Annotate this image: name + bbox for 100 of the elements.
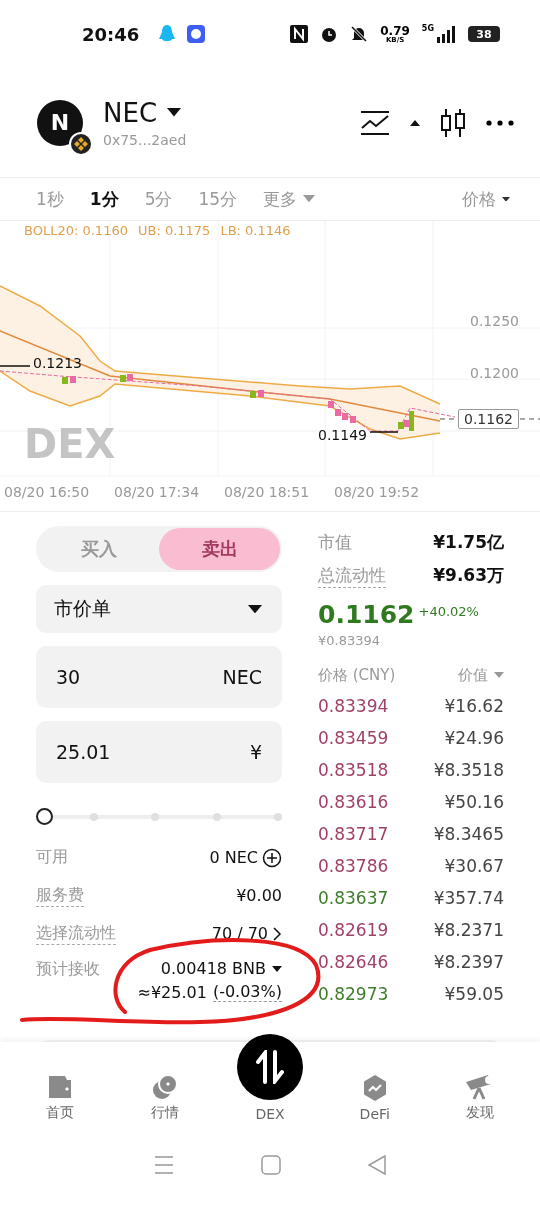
slider-tick bbox=[212, 813, 221, 821]
indicator-legend: BOLL20: 0.1160 bbox=[24, 223, 128, 238]
trade-price: 0.83459 bbox=[318, 728, 389, 748]
y-axis-label: 0.1200 bbox=[470, 365, 519, 381]
nav-item[interactable]: 行情 bbox=[120, 1074, 211, 1122]
receive-approx-value: ≈¥25.01 bbox=[137, 982, 207, 1002]
quantity-field[interactable]: 30 NEC bbox=[36, 646, 282, 708]
high-price-label: 0.1213 bbox=[33, 355, 82, 371]
order-type-value: 市价单 bbox=[54, 596, 111, 621]
price-change: +40.02% bbox=[418, 604, 479, 619]
amount-field[interactable]: 25.01 ¥ bbox=[36, 721, 282, 783]
candlestick-icon[interactable] bbox=[440, 107, 466, 138]
nav-item[interactable]: DeFi bbox=[329, 1074, 420, 1122]
trade-value: ¥59.05 bbox=[444, 984, 504, 1004]
alarm-icon bbox=[320, 25, 339, 43]
indicator-legend: LB: 0.1146 bbox=[220, 223, 291, 238]
caret-icon bbox=[494, 672, 504, 678]
chart-watermark: DEX bbox=[24, 421, 116, 467]
candle bbox=[62, 377, 68, 384]
battery-level: 38 bbox=[476, 27, 492, 41]
token-name[interactable]: NEC bbox=[103, 97, 158, 128]
amount-unit: ¥ bbox=[249, 741, 262, 763]
slider-thumb[interactable] bbox=[36, 808, 53, 825]
trade-value: ¥8.3518 bbox=[433, 760, 504, 780]
trade-price: 0.82646 bbox=[318, 952, 389, 972]
trade-value: ¥8.2371 bbox=[433, 920, 504, 940]
low-price-label: 0.1149 bbox=[318, 427, 367, 443]
low-leader-line bbox=[369, 431, 399, 433]
price-impact: (-0.03%) bbox=[212, 982, 282, 1002]
trade-value: ¥8.3465 bbox=[433, 824, 504, 844]
caret-icon bbox=[410, 119, 420, 126]
trade-price: 0.83518 bbox=[318, 760, 389, 780]
stat-value: ¥1.75亿 bbox=[433, 531, 504, 554]
stat-value: ¥9.63万 bbox=[433, 564, 504, 587]
trade-value: ¥24.96 bbox=[444, 728, 504, 748]
timeframe-tab[interactable]: 1分 bbox=[89, 187, 119, 211]
side-tab[interactable]: 卖出 bbox=[159, 528, 280, 570]
caret-icon bbox=[167, 108, 182, 117]
back-icon[interactable] bbox=[368, 1155, 387, 1175]
nav-item[interactable]: DEX bbox=[225, 1034, 315, 1122]
time-axis-label: 08/20 18:51 bbox=[224, 484, 310, 500]
trade-value: ¥16.62 bbox=[444, 696, 504, 716]
caret-icon bbox=[502, 196, 510, 202]
token-address: 0x75...2aed bbox=[103, 131, 187, 148]
chain-badge-icon bbox=[69, 131, 93, 156]
caret-icon bbox=[248, 604, 262, 614]
candle bbox=[70, 376, 76, 383]
trade-value: ¥30.67 bbox=[444, 856, 504, 876]
status-time: 20:46 bbox=[82, 23, 140, 45]
indicator-legend: UB: 0.1175 bbox=[137, 223, 211, 238]
current-price-tag: 0.1162 bbox=[458, 409, 519, 429]
signal-icon bbox=[436, 25, 456, 43]
nav-item[interactable]: 发现 bbox=[434, 1074, 525, 1122]
info-label: 服务费 bbox=[36, 884, 84, 907]
candle bbox=[250, 391, 256, 398]
trade-value: ¥50.16 bbox=[444, 792, 504, 812]
column-header: 价格 (CNY) bbox=[318, 665, 396, 685]
candle bbox=[350, 416, 356, 423]
ghost-app-icon bbox=[187, 25, 206, 43]
network-type: 5G bbox=[421, 24, 434, 33]
info-label: 选择流动性 bbox=[36, 922, 116, 945]
more-icon[interactable] bbox=[486, 119, 514, 126]
nav-item[interactable]: 首页 bbox=[15, 1074, 106, 1122]
stat-label: 市值 bbox=[318, 531, 352, 554]
time-axis-label: 08/20 16:50 bbox=[4, 484, 90, 500]
coins-icon bbox=[152, 1074, 179, 1100]
trade-price: 0.83616 bbox=[318, 792, 389, 812]
trade-price: 0.83717 bbox=[318, 824, 389, 844]
nav-label: 发现 bbox=[465, 1104, 494, 1122]
caret-icon bbox=[272, 965, 282, 972]
avatar-letter: N bbox=[50, 110, 70, 135]
info-value: 0 NEC bbox=[209, 848, 258, 867]
info-label: 预计接收 bbox=[36, 959, 100, 980]
time-axis-label: 08/20 17:34 bbox=[114, 484, 200, 500]
trade-price: 0.83786 bbox=[318, 856, 389, 876]
indicator-icon[interactable] bbox=[360, 109, 390, 136]
wallet-icon bbox=[47, 1074, 74, 1100]
current-price: 0.1162 bbox=[318, 600, 415, 629]
penguin-icon bbox=[159, 25, 176, 43]
hexagon-chart-icon bbox=[361, 1074, 388, 1102]
info-value: ¥0.00 bbox=[236, 886, 282, 905]
slider-tick bbox=[151, 813, 159, 821]
trade-value: ¥357.74 bbox=[433, 888, 504, 908]
nav-label: 行情 bbox=[151, 1104, 180, 1122]
quantity-unit: NEC bbox=[222, 666, 262, 688]
receive-amount[interactable]: 0.00418 BNB bbox=[160, 959, 266, 978]
add-icon[interactable] bbox=[262, 847, 282, 868]
nfc-icon bbox=[290, 25, 309, 43]
slider-tick bbox=[274, 813, 282, 821]
caret-icon bbox=[303, 195, 316, 203]
candle bbox=[258, 390, 264, 397]
nav-label: DeFi bbox=[359, 1106, 390, 1122]
trade-price: 0.83394 bbox=[318, 696, 389, 716]
trade-value: ¥8.2397 bbox=[433, 952, 504, 972]
y-axis-label: 0.1250 bbox=[470, 313, 519, 329]
muted-bell-icon bbox=[350, 25, 369, 43]
cny-price: ¥0.83394 bbox=[318, 633, 382, 648]
chevron-right-icon bbox=[272, 926, 282, 941]
stat-label: 总流动性 bbox=[318, 563, 386, 588]
order-type-dropdown[interactable]: 市价单 bbox=[36, 585, 282, 633]
